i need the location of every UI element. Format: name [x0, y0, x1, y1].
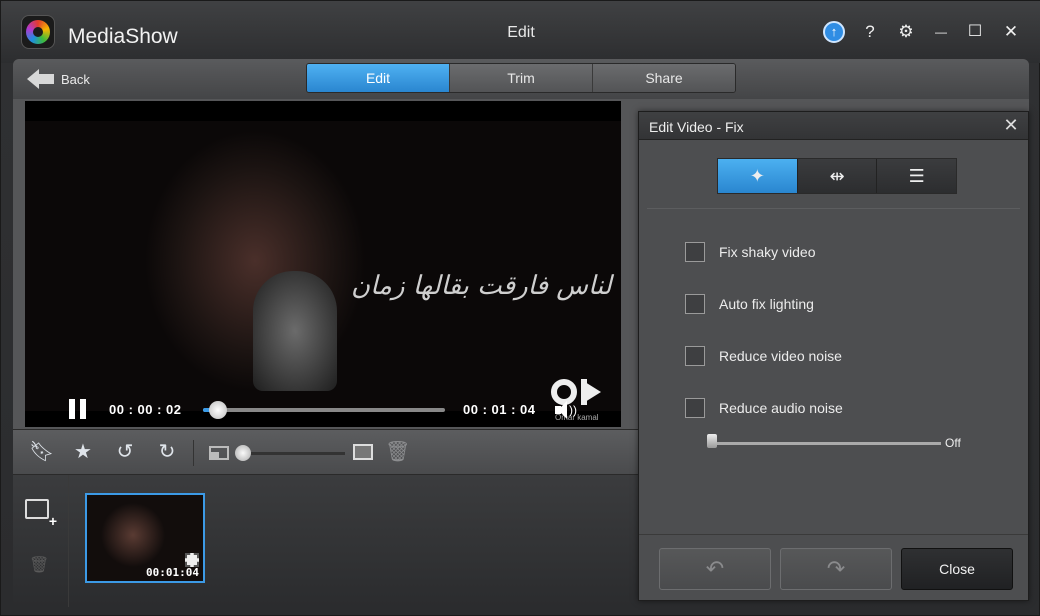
tag-icon[interactable]: 🔖︎	[29, 440, 54, 464]
microphone-image	[253, 271, 337, 391]
thumbnail-small-icon[interactable]	[209, 446, 229, 460]
minimize-icon[interactable]: —	[930, 21, 952, 43]
mode-tabs: Edit Trim Share	[306, 63, 736, 93]
title-bar: MediaShow Edit ↑ ? ⚙ — ☐ ✕	[1, 1, 1040, 63]
checklist-icon[interactable]: ☰	[877, 159, 957, 193]
seek-handle[interactable]	[209, 401, 227, 419]
close-button[interactable]: Close	[901, 548, 1013, 590]
fix-mode-tabs: ✦ ⇹ ☰	[717, 158, 957, 194]
library-trash-icon[interactable]: 🗑︎	[29, 555, 49, 574]
auto-lighting-label: Auto fix lighting	[719, 296, 814, 312]
video-overlay-text: لناس فارقت بقالها زمان	[351, 271, 612, 301]
rotate-left-icon[interactable]: ↺	[113, 440, 137, 464]
back-label: Back	[61, 71, 90, 87]
video-clip-icon	[185, 553, 199, 567]
tab-share[interactable]: Share	[593, 64, 735, 92]
fix-shaky-checkbox[interactable]	[685, 242, 705, 262]
app-title: MediaShow	[68, 25, 178, 48]
thumbnail-large-icon[interactable]	[353, 444, 373, 460]
panel-divider	[647, 208, 1020, 209]
redo-button[interactable]: ↷	[780, 548, 892, 590]
update-icon[interactable]: ↑	[823, 21, 845, 43]
audio-noise-option[interactable]: Reduce audio noise	[685, 398, 843, 418]
video-frame: لناس فارقت بقالها زمان Omar kamal	[25, 121, 621, 422]
maximize-icon[interactable]: ☐	[964, 21, 986, 43]
total-time: 00 : 01 : 04	[463, 402, 536, 417]
split-icon[interactable]: ⇹	[797, 159, 878, 193]
audio-noise-label: Reduce audio noise	[719, 400, 843, 416]
tab-trim[interactable]: Trim	[450, 64, 593, 92]
fix-shaky-option[interactable]: Fix shaky video	[685, 242, 815, 262]
panel-title: Edit Video - Fix	[649, 119, 744, 135]
gear-icon[interactable]: ⚙	[895, 21, 917, 43]
undo-button[interactable]: ↶	[659, 548, 771, 590]
help-icon[interactable]: ?	[859, 21, 881, 43]
clip-duration: 00:01:04	[146, 566, 199, 579]
current-time: 00 : 00 : 02	[109, 402, 182, 417]
window-title: Edit	[507, 24, 535, 41]
magic-wand-icon[interactable]: ✦	[718, 159, 798, 193]
video-noise-checkbox[interactable]	[685, 346, 705, 366]
app-window: MediaShow Edit ↑ ? ⚙ — ☐ ✕ Back Edit Tri…	[0, 0, 1040, 616]
library-sidebar: 🗑︎	[13, 475, 69, 607]
trash-icon[interactable]: 🗑︎	[385, 440, 410, 464]
audio-noise-value: Off	[945, 436, 961, 450]
toolbar-divider	[193, 440, 194, 466]
auto-lighting-option[interactable]: Auto fix lighting	[685, 294, 814, 314]
audio-noise-checkbox[interactable]	[685, 398, 705, 418]
rotate-right-icon[interactable]: ↻	[155, 440, 179, 464]
seek-bar[interactable]	[203, 408, 445, 412]
edit-video-panel: Edit Video - Fix ✕ ✦ ⇹ ☰ Fix shaky video…	[638, 111, 1029, 601]
tab-edit[interactable]: Edit	[307, 64, 450, 92]
nav-bar: Back Edit Trim Share	[13, 59, 1029, 99]
clip-thumbnail[interactable]: 00:01:04	[85, 493, 205, 583]
volume-icon[interactable]: ))	[555, 400, 579, 420]
add-media-icon[interactable]	[25, 499, 57, 529]
back-button[interactable]: Back	[27, 67, 90, 91]
audio-noise-handle[interactable]	[707, 434, 717, 448]
fix-shaky-label: Fix shaky video	[719, 244, 816, 260]
video-noise-option[interactable]: Reduce video noise	[685, 346, 842, 366]
star-icon[interactable]: ★	[71, 440, 95, 464]
back-arrow-icon	[27, 69, 55, 89]
mediashow-logo-icon	[21, 15, 55, 49]
zoom-slider[interactable]	[241, 452, 345, 455]
video-preview[interactable]: لناس فارقت بقالها زمان Omar kamal 00 : 0…	[25, 101, 621, 427]
zoom-handle[interactable]	[235, 445, 251, 461]
pause-icon[interactable]	[69, 399, 87, 419]
panel-close-icon[interactable]: ✕	[1002, 116, 1020, 134]
audio-noise-slider[interactable]	[709, 442, 941, 445]
player-controls: 00 : 00 : 02 00 : 01 : 04 ))	[25, 395, 621, 427]
video-noise-label: Reduce video noise	[719, 348, 842, 364]
close-window-icon[interactable]: ✕	[1000, 21, 1022, 43]
auto-lighting-checkbox[interactable]	[685, 294, 705, 314]
panel-footer-divider	[639, 534, 1028, 535]
panel-header: Edit Video - Fix ✕	[639, 112, 1028, 140]
